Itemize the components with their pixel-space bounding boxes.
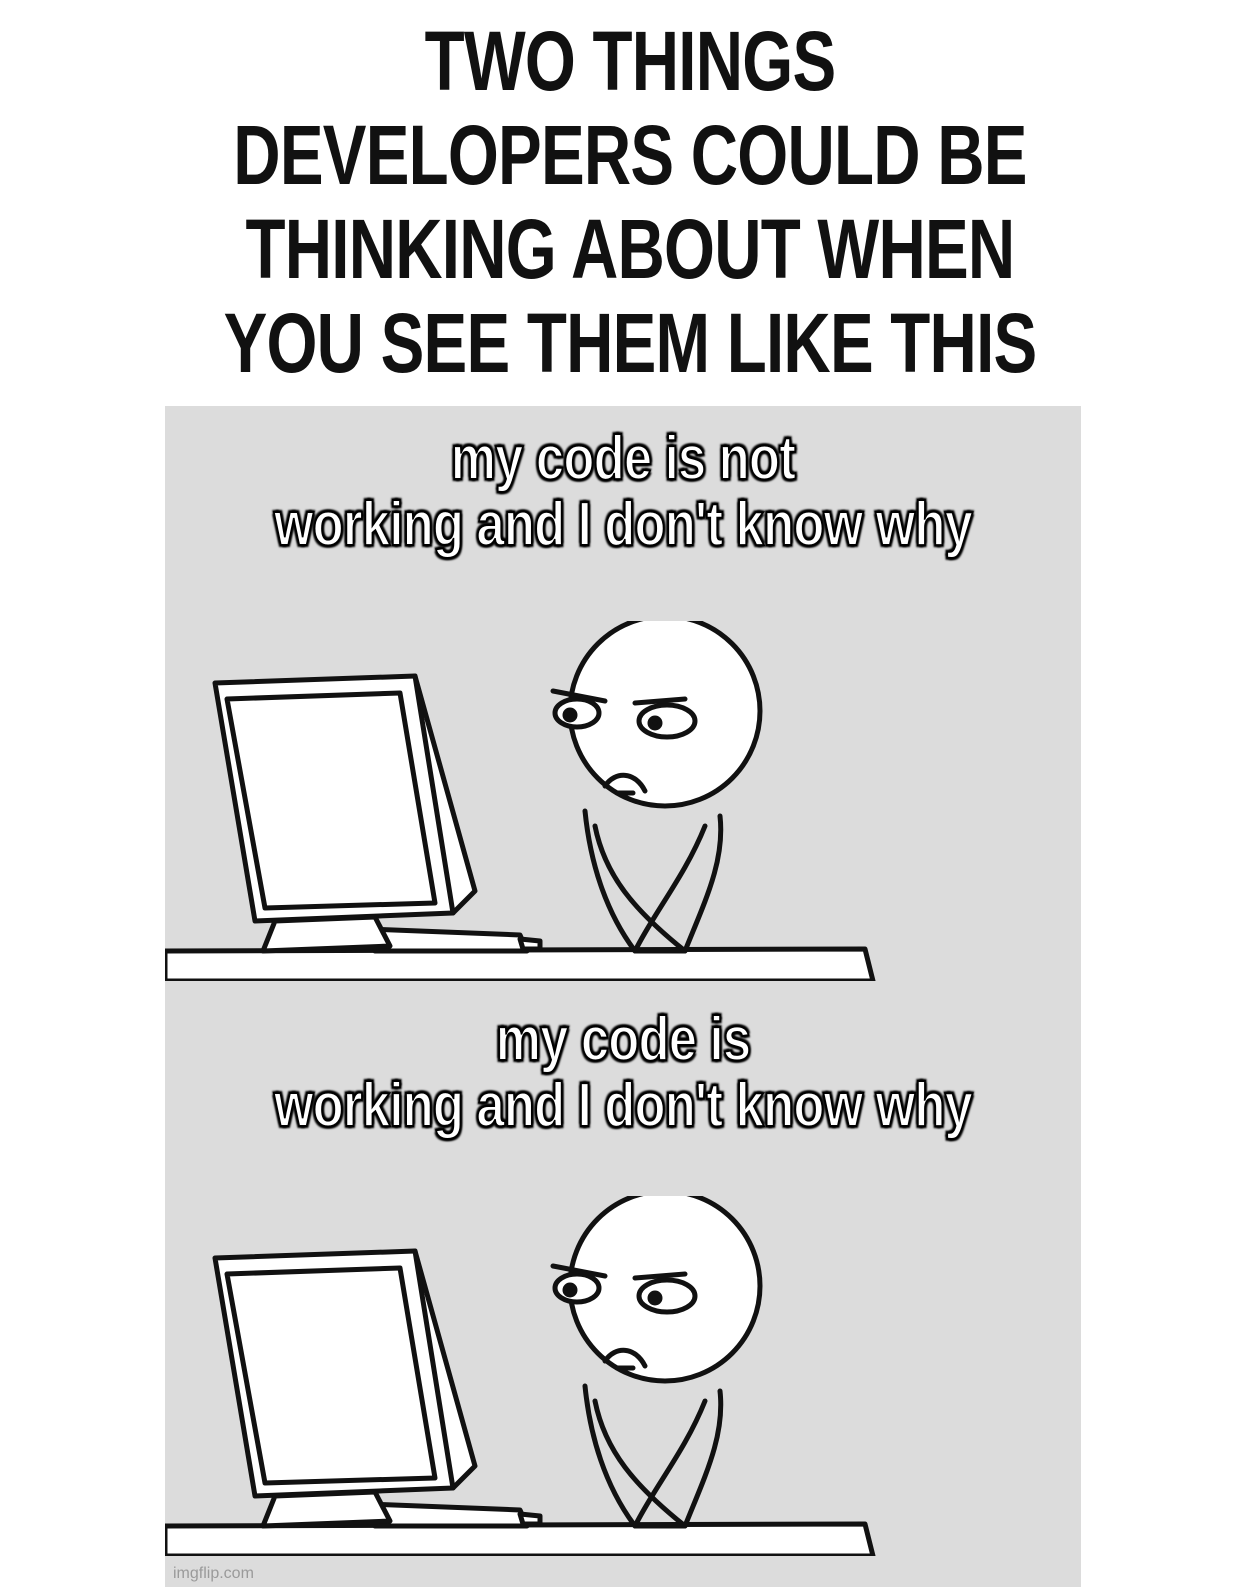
caption-line-1: my code is bbox=[495, 1005, 752, 1074]
eye-right bbox=[636, 1277, 698, 1315]
pupil-right bbox=[647, 715, 663, 731]
imgflip-watermark: imgflip.com bbox=[173, 1565, 254, 1582]
pupil-left bbox=[562, 707, 578, 723]
panel-caption-bottom: my code is working and I don't know why bbox=[247, 1005, 998, 1140]
keyboard-plug bbox=[517, 1511, 543, 1527]
eye-right bbox=[636, 702, 698, 740]
developer-at-computer-illustration bbox=[165, 621, 876, 981]
panel-caption-top: my code is not working and I don't know … bbox=[247, 424, 998, 559]
monitor-stand bbox=[260, 914, 393, 954]
caption-line-1: my code is not bbox=[450, 424, 797, 493]
headline-line-1: TWO THINGS bbox=[424, 14, 837, 108]
monitor-stand bbox=[260, 1489, 393, 1529]
desk bbox=[165, 1521, 876, 1556]
meme-panel-top: my code is not working and I don't know … bbox=[165, 406, 1081, 981]
caption-line-2: working and I don't know why bbox=[273, 1071, 974, 1140]
meme-headline: TWO THINGS DEVELOPERS COULD BE THINKING … bbox=[139, 14, 1122, 390]
meme-panel-bottom: my code is working and I don't know why … bbox=[165, 981, 1081, 1587]
desk bbox=[165, 946, 876, 981]
headline-line-4: YOU SEE THEM LIKE THIS bbox=[223, 296, 1038, 390]
headline-line-3: THINKING ABOUT WHEN bbox=[245, 202, 1016, 296]
pupil-right bbox=[647, 1290, 663, 1306]
pupil-left bbox=[562, 1282, 578, 1298]
keyboard bbox=[367, 926, 530, 954]
keyboard-plug bbox=[517, 936, 543, 952]
headline-line-2: DEVELOPERS COULD BE bbox=[233, 108, 1027, 202]
developer-at-computer-illustration bbox=[165, 1196, 876, 1556]
keyboard bbox=[367, 1501, 530, 1529]
caption-line-2: working and I don't know why bbox=[273, 490, 974, 559]
